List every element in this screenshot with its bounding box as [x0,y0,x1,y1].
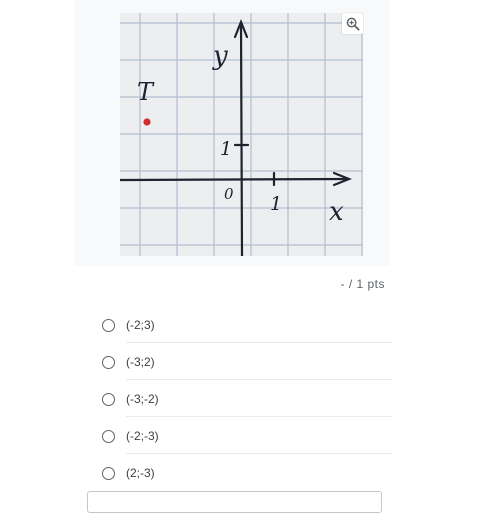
y-unit-label: 1 [220,138,232,160]
option-divider [126,379,392,380]
answer-option-label: (-3;2) [126,355,155,369]
point-t-label: T [137,78,155,106]
answer-option-label: (2;-3) [126,466,155,480]
zoom-button[interactable] [342,13,363,34]
answer-option-4[interactable]: (-2;-3) [100,421,392,454]
x-unit-label: 1 [270,193,282,215]
answer-option-label: (-3;-2) [126,392,159,406]
points-indicator: - / 1 pts [340,277,385,291]
answer-option-label: (-2;-3) [126,429,159,443]
answer-option-2[interactable]: (-3;2) [100,347,392,380]
answer-option-5[interactable]: (2;-3) [100,458,392,488]
x-axis [120,177,350,182]
radio-button-icon[interactable] [102,392,115,406]
axes [120,19,352,256]
coordinate-plane-drawing: y x 0 1 1 T [120,13,363,256]
radio-button-icon[interactable] [102,355,115,369]
point-t [143,118,151,126]
answer-option-1[interactable]: (-2;3) [100,310,392,343]
radio-button-icon[interactable] [102,466,115,480]
option-divider [126,342,392,343]
origin-label: 0 [224,185,234,203]
radio-button-icon[interactable] [102,318,115,332]
radio-button-icon[interactable] [102,429,115,443]
option-divider [126,453,392,454]
answer-option-label: (-2;3) [126,318,155,332]
option-divider [126,416,392,417]
x-axis-label: x [329,197,344,227]
y-axis-label: y [212,41,228,71]
next-section-box [87,491,382,513]
coordinate-plane-photo: y x 0 1 1 T [120,13,363,256]
answer-option-3[interactable]: (-3;-2) [100,384,392,417]
y-axis [239,21,244,256]
zoom-in-icon [346,17,360,31]
